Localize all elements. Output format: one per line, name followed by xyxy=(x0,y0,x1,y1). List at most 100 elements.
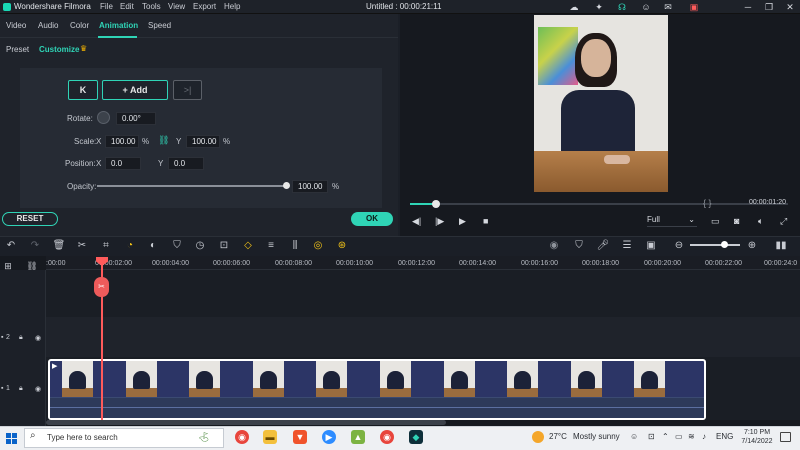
microphone-icon[interactable]: 🎤︎ xyxy=(596,239,610,253)
volume-icon[interactable]: 🔈︎ xyxy=(758,216,763,227)
add-keyframe-button[interactable]: + Add xyxy=(102,80,168,100)
input-language[interactable]: ENG xyxy=(716,432,733,441)
scale-x-field[interactable]: 100.00 xyxy=(105,135,139,148)
zoom-slider-track[interactable] xyxy=(690,244,740,246)
close-icon[interactable]: ✕ xyxy=(784,1,796,13)
zoom-slider-thumb[interactable] xyxy=(721,241,728,248)
next-keyframe-button[interactable]: >| xyxy=(173,80,202,100)
minimize-icon[interactable]: ─ xyxy=(742,1,754,13)
zoom-app-icon[interactable]: ▶ xyxy=(322,430,336,444)
clock-date[interactable]: 7/14/2022 xyxy=(737,438,777,445)
brave-icon[interactable]: ▼ xyxy=(293,430,307,444)
scale-y-field[interactable]: 100.00 xyxy=(186,135,220,148)
opacity-field[interactable]: 100.00 xyxy=(292,180,328,193)
notification-icon[interactable] xyxy=(780,432,791,442)
wifi-icon[interactable]: ≋ xyxy=(688,432,695,441)
rotate-field[interactable]: 0.00° xyxy=(116,112,156,125)
voiceover-list-icon[interactable]: ☰ xyxy=(620,239,634,253)
timeline-scrollbar[interactable] xyxy=(46,420,446,425)
play-icon[interactable]: ▶ xyxy=(459,216,466,227)
step-back-icon[interactable]: ◀| xyxy=(412,216,421,227)
account-icon[interactable]: ☺ xyxy=(640,1,652,13)
crop-icon[interactable]: ⌗ xyxy=(99,239,113,253)
rotate-dial[interactable] xyxy=(97,111,110,124)
maximize-icon[interactable]: ❐ xyxy=(763,1,775,13)
reset-button[interactable]: RESET xyxy=(2,212,58,226)
auto-beat-icon[interactable]: ◎ xyxy=(311,239,325,253)
duration-icon[interactable]: ◷ xyxy=(193,239,207,253)
speaker-icon[interactable]: ♪ xyxy=(702,432,706,441)
tab-color[interactable]: Color xyxy=(70,21,89,30)
chrome-profile-icon[interactable]: ◉ xyxy=(380,430,394,444)
speed-icon[interactable]: ◔ xyxy=(123,239,137,253)
cut-icon[interactable]: ✂ xyxy=(75,239,89,253)
tab-video[interactable]: Video xyxy=(6,21,26,30)
gift-icon[interactable]: ▣ xyxy=(688,1,700,13)
quality-select[interactable]: Full ⌄ xyxy=(647,215,697,227)
menu-export[interactable]: Export xyxy=(193,2,216,11)
position-x-field[interactable]: 0.0 xyxy=(105,157,141,170)
track-2-lock-icon[interactable]: 🔒︎ xyxy=(19,334,23,342)
stop-icon[interactable]: ■ xyxy=(483,216,488,226)
menu-help[interactable]: Help xyxy=(224,2,240,11)
panel-layout-icon[interactable]: ▮▮ xyxy=(774,239,788,253)
weather-status[interactable]: Mostly sunny xyxy=(573,432,620,441)
previous-keyframe-button[interactable]: K xyxy=(68,80,98,100)
lightbulb-icon[interactable]: ✦ xyxy=(593,1,605,13)
play-reverse-icon[interactable]: |▶ xyxy=(435,216,444,227)
preview-progress-track[interactable] xyxy=(410,203,788,205)
opacity-slider-track[interactable] xyxy=(97,185,287,187)
tab-speed[interactable]: Speed xyxy=(148,21,171,30)
menu-edit[interactable]: Edit xyxy=(120,2,134,11)
tab-audio[interactable]: Audio xyxy=(38,21,58,30)
track-1-visibility-icon[interactable]: ◉ xyxy=(35,385,41,393)
subtab-preset[interactable]: Preset xyxy=(6,45,29,54)
redo-icon[interactable]: ↷ xyxy=(28,239,42,253)
motion-tracking-icon[interactable]: ⊡ xyxy=(217,239,231,253)
audio-mixer-icon[interactable]: ⫼ xyxy=(288,239,302,253)
color-icon[interactable]: ◐ xyxy=(146,239,160,253)
track-2-row[interactable] xyxy=(46,317,800,357)
opacity-slider-thumb[interactable] xyxy=(283,182,290,189)
windows-start-icon[interactable] xyxy=(6,433,17,444)
position-y-field[interactable]: 0.0 xyxy=(168,157,204,170)
track-1-lock-icon[interactable]: 🔒︎ xyxy=(19,385,23,393)
menu-view[interactable]: View xyxy=(168,2,185,11)
undo-icon[interactable]: ↶ xyxy=(4,239,18,253)
zoom-in-icon[interactable]: ⊕ xyxy=(745,239,759,253)
headset-icon[interactable]: ☊ xyxy=(616,1,628,13)
link-ratio-icon[interactable]: ⛓ xyxy=(158,135,169,146)
inbox-icon[interactable]: ✉ xyxy=(662,1,674,13)
zoom-out-icon[interactable]: ⊖ xyxy=(672,239,686,253)
chevron-up-icon[interactable]: ⌃ xyxy=(662,432,669,441)
adjust-icon[interactable]: ≡ xyxy=(264,239,278,253)
temperature[interactable]: 27°C xyxy=(549,432,567,441)
chrome-icon[interactable]: ◉ xyxy=(235,430,249,444)
track-2-visibility-icon[interactable]: ◉ xyxy=(35,334,41,342)
menu-tools[interactable]: Tools xyxy=(142,2,161,11)
fullscreen-icon[interactable]: ⤢ xyxy=(780,216,787,227)
scissors-icon[interactable]: ✂ xyxy=(94,277,109,297)
weather-icon[interactable] xyxy=(532,431,544,443)
filmora-taskbar-icon[interactable]: ◆ xyxy=(409,430,423,444)
search-highlight-icon[interactable]: ⛳︎ xyxy=(184,430,224,444)
marker-icon[interactable]: ⛉ xyxy=(572,239,586,253)
ok-button[interactable]: OK xyxy=(351,212,393,226)
render-icon[interactable]: ◉ xyxy=(547,239,561,253)
photos-icon[interactable]: ▲ xyxy=(351,430,365,444)
render-preview-icon[interactable]: ▭ xyxy=(711,216,720,227)
subtab-customize[interactable]: Customize xyxy=(39,45,79,54)
mark-in-out-icon[interactable]: { } xyxy=(703,198,712,208)
ai-portrait-icon[interactable]: ⊛ xyxy=(335,239,349,253)
people-icon[interactable]: ☺ xyxy=(630,432,638,441)
file-explorer-icon[interactable]: ▬ xyxy=(263,430,277,444)
clock-time[interactable]: 7:10 PM xyxy=(742,429,772,436)
subtitle-icon[interactable]: ▣ xyxy=(644,239,658,253)
tab-animation[interactable]: Animation xyxy=(99,21,138,30)
keyframe-icon[interactable]: ◇ xyxy=(241,239,255,253)
battery-icon[interactable]: ▭ xyxy=(675,432,683,441)
menu-file[interactable]: File xyxy=(100,2,113,11)
snapshot-icon[interactable]: ◙ xyxy=(734,216,739,226)
network-icon[interactable]: ⊡ xyxy=(648,432,655,441)
cloud-icon[interactable]: ☁ xyxy=(568,1,580,13)
